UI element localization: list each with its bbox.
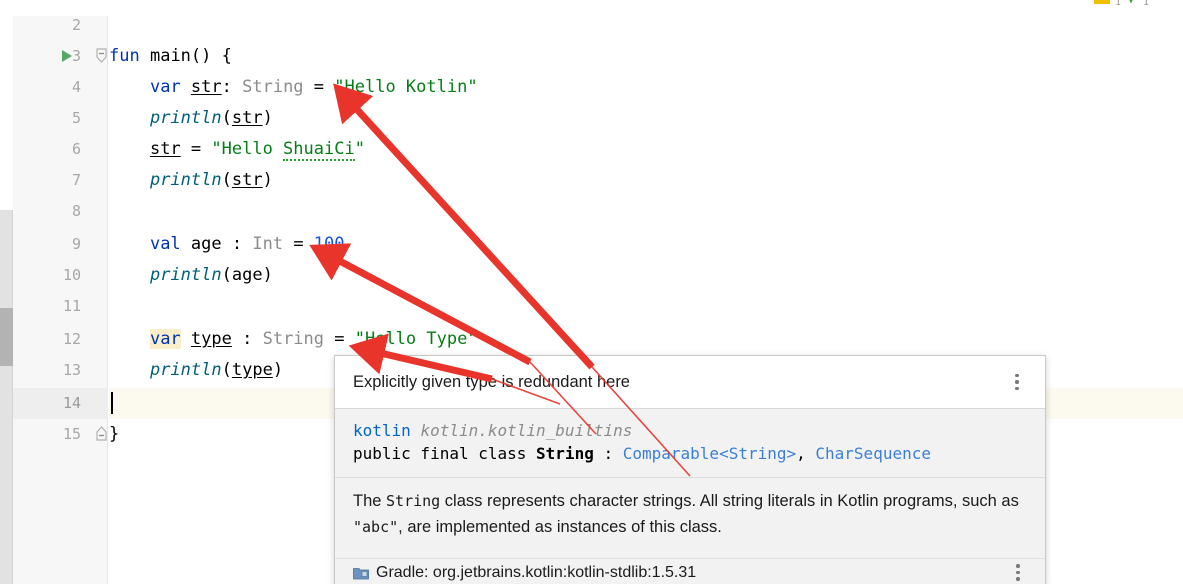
signature-supertype-comparable-arg: <String> <box>719 444 797 463</box>
token-str-identifier-line6: str <box>149 139 181 159</box>
token-var-keyword-line4: var <box>149 77 181 97</box>
scrollbar-thumb[interactable] <box>0 308 13 366</box>
documentation-body: The String class represents character st… <box>335 478 1045 544</box>
warning-triangle-icon <box>1094 0 1110 4</box>
footer-kebab-menu-icon[interactable] <box>1009 563 1027 583</box>
token-string-literal-hello-kotlin: "Hello Kotlin" <box>334 77 478 97</box>
inspection-message: Explicitly given type is redundant here <box>353 372 630 391</box>
fold-end-icon <box>96 426 107 441</box>
gutter-line-number-14: 14 <box>62 394 81 412</box>
gutter-line-number-7: 7 <box>71 171 81 189</box>
signature-module: kotlin <box>353 421 411 440</box>
code-line-10[interactable]: println(age) <box>109 260 273 291</box>
gutter-line-number-10: 10 <box>62 266 81 284</box>
run-main-gutter-icon[interactable] <box>60 48 74 64</box>
token-println-call-line5: println <box>149 108 222 128</box>
gutter-line-number-4: 4 <box>71 78 81 96</box>
token-type-identifier-line12: type <box>190 329 232 349</box>
inspection-squiggle-icon <box>1129 0 1133 4</box>
gutter-line-number-15: 15 <box>62 425 81 443</box>
inspection-widget-icons: 1 1 <box>1094 0 1149 8</box>
signature-supertype-comparable[interactable]: Comparable <box>623 444 719 463</box>
documentation-popup[interactable]: Explicitly given type is redundant here … <box>334 355 1046 584</box>
kebab-menu-icon[interactable] <box>1007 371 1027 393</box>
signature-separator: , <box>796 444 816 463</box>
code-line-3[interactable]: fun main() { <box>109 41 232 72</box>
signature-modifiers: public final class <box>353 444 527 463</box>
token-str-identifier-line4: str <box>190 77 222 97</box>
code-line-12[interactable]: var type : String = "Hello Type" <box>109 324 478 355</box>
fold-marker-open-line3[interactable] <box>95 48 108 64</box>
gutter-line-number-9: 9 <box>71 235 81 253</box>
gutter-line-number-12: 12 <box>62 330 81 348</box>
popup-footer[interactable]: Gradle: org.jetbrains.kotlin:kotlin-stdl… <box>335 558 1045 584</box>
code-line-4[interactable]: var str: String = "Hello Kotlin" <box>109 72 478 103</box>
ide-editor-screen: package com.example.helloworld fun main(… <box>0 0 1183 584</box>
doc-code-abc: "abc" <box>353 518 399 536</box>
code-line-15[interactable]: } <box>109 419 119 450</box>
code-line-5[interactable]: println(str) <box>109 103 273 134</box>
token-var-keyword-line12: var <box>149 329 181 349</box>
signature-package: kotlin.kotlin_builtins <box>420 421 633 440</box>
token-String-type-line4: String <box>242 77 304 97</box>
doc-text-part-2: class represents character strings. All … <box>440 492 1019 510</box>
declaration-signature: kotlin kotlin.kotlin_builtins public fin… <box>335 409 1045 473</box>
signature-class-name: String <box>536 444 594 463</box>
gutter-line-number-5: 5 <box>71 109 81 127</box>
token-Int-type-line9: Int <box>252 234 284 254</box>
doc-text-part-0: The <box>353 492 387 510</box>
gutter-line-number-3: 3 <box>71 47 81 65</box>
footer-library-text: Gradle: org.jetbrains.kotlin:kotlin-stdl… <box>376 563 697 581</box>
token-println-call-line10: println <box>149 265 222 285</box>
code-line-7[interactable]: println(str) <box>109 165 273 196</box>
token-string-literal-hello-type: "Hello Type" <box>354 329 478 349</box>
text-caret <box>111 392 113 414</box>
token-println-call-line13: println <box>149 360 222 380</box>
code-line-6[interactable]: str = "Hello ShuaiCi" <box>109 134 365 165</box>
token-fun-keyword: fun <box>109 46 140 66</box>
gutter-line-number-2: 2 <box>71 16 81 34</box>
token-string-literal-hello-shuaici: "Hello ShuaiCi" <box>211 139 365 161</box>
popup-header: Explicitly given type is redundant here <box>335 356 1045 409</box>
token-package-keyword: package <box>218 0 290 1</box>
signature-supertype-charsequence[interactable]: CharSequence <box>815 444 931 463</box>
signature-colon: : <box>593 444 623 463</box>
token-val-keyword-line9: val <box>149 234 181 254</box>
token-age-identifier-line10: age <box>231 265 263 285</box>
inspection-status-widget[interactable]: 1 1 <box>1085 0 1159 14</box>
play-triangle-icon <box>62 50 72 62</box>
token-String-type-line12: String <box>262 329 325 349</box>
doc-text-part-4: , are implemented as instances of this c… <box>398 518 722 536</box>
token-str-identifier-line7: str <box>231 170 263 190</box>
editor-vertical-scrollbar[interactable] <box>0 210 13 584</box>
fold-open-icon <box>96 48 107 63</box>
token-age-identifier-line9: age <box>190 234 222 254</box>
gutter-line-number-6: 6 <box>71 140 81 158</box>
gutter-line-number-8: 8 <box>71 202 81 220</box>
code-line-13[interactable]: println(type) <box>109 355 283 386</box>
code-line-1-partial: package com.example.helloworld <box>218 0 525 7</box>
token-println-call-line7: println <box>149 170 222 190</box>
svg-text:1: 1 <box>1115 0 1121 8</box>
token-main-identifier: main <box>149 46 191 66</box>
fold-marker-end-line15[interactable] <box>95 426 108 442</box>
token-type-identifier-line13: type <box>231 360 273 380</box>
token-str-identifier-line5: str <box>231 108 263 128</box>
code-line-9[interactable]: val age : Int = 100 <box>109 229 345 260</box>
gutter-line-number-11: 11 <box>62 297 81 315</box>
doc-code-String: String <box>386 492 441 510</box>
spellcheck-squiggle: ShuaiCi <box>283 139 355 161</box>
gutter-line-number-13: 13 <box>62 361 81 379</box>
svg-text:1: 1 <box>1143 0 1149 8</box>
token-number-100: 100 <box>313 234 345 254</box>
library-icon <box>353 567 369 579</box>
